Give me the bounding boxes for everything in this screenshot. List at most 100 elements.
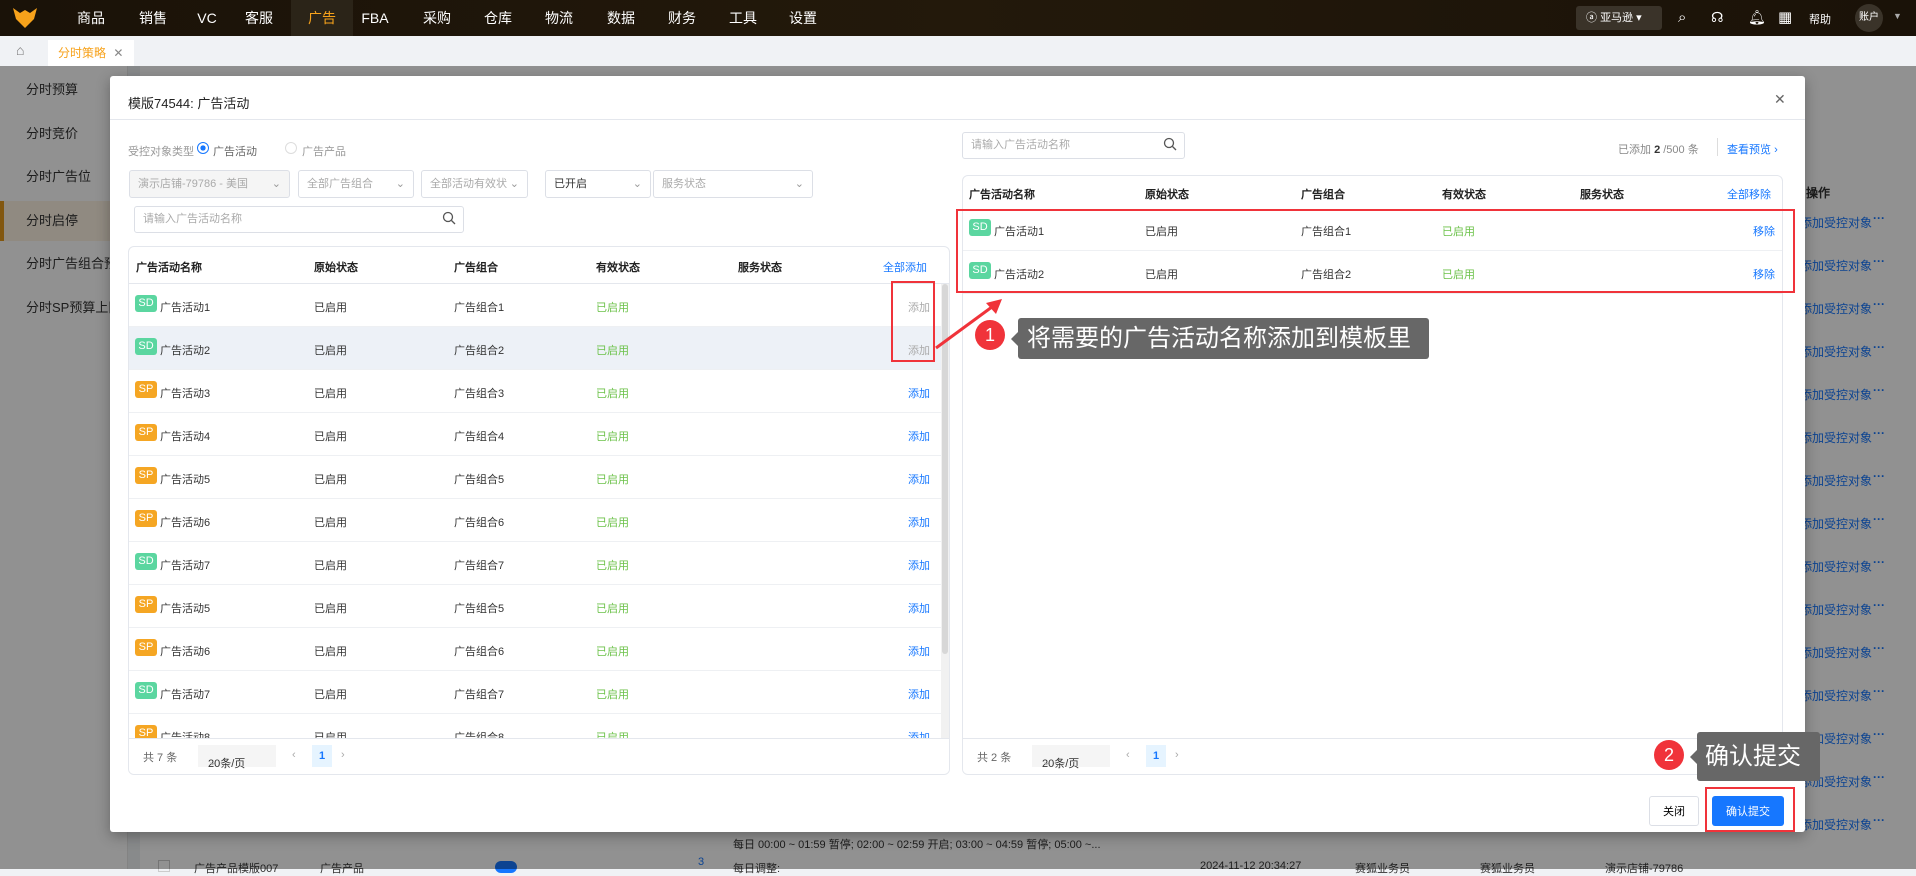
preview-link[interactable]: 查看预览 › xyxy=(1727,141,1778,157)
campaign-type-badge: SD xyxy=(135,295,157,312)
nav-item[interactable]: 设置 xyxy=(778,0,828,36)
enabled-value: 已开启 xyxy=(554,178,587,190)
close-button[interactable]: 关闭 xyxy=(1649,796,1699,826)
left-total: 共 7 条 xyxy=(143,752,178,764)
add-button[interactable]: 添加 xyxy=(908,600,930,616)
added-number: 2 xyxy=(1654,144,1661,156)
header-divider xyxy=(110,119,1805,120)
nav-item[interactable]: 财务 xyxy=(657,0,707,36)
account-avatar[interactable]: 账户 xyxy=(1855,4,1883,32)
radio-product-label[interactable]: 广告产品 xyxy=(302,143,346,159)
highlight-add-buttons xyxy=(891,281,935,362)
account-dropdown-icon[interactable]: ▼ xyxy=(1893,11,1902,21)
headset-icon[interactable]: ☊ xyxy=(1711,9,1723,26)
add-button[interactable]: 添加 xyxy=(908,428,930,444)
nav-item[interactable]: 物流 xyxy=(534,0,584,36)
highlight-submit-button xyxy=(1705,787,1795,832)
ad-group: 广告组合7 xyxy=(454,560,505,572)
annotation-number-1: 1 xyxy=(975,320,1005,350)
annotation-tip-2: 确认提交 xyxy=(1690,732,1820,781)
right-search-placeholder: 请输入广告活动名称 xyxy=(971,139,1070,151)
search-icon[interactable] xyxy=(442,211,456,225)
search-icon[interactable] xyxy=(1163,137,1177,151)
effective-status: 已启用 xyxy=(596,302,629,314)
nav-item[interactable]: 销售 xyxy=(128,0,178,36)
nav-item[interactable]: 采购 xyxy=(412,0,462,36)
original-status: 已启用 xyxy=(314,603,347,615)
next-page-icon[interactable]: › xyxy=(1175,749,1179,761)
radio-product[interactable] xyxy=(285,142,297,154)
search-icon[interactable]: ⌕ xyxy=(1678,9,1686,26)
table-row: SP 广告活动5 已启用 广告组合5 已启用 添加 xyxy=(129,585,941,628)
radio-campaign[interactable] xyxy=(197,142,209,154)
nav-item[interactable]: 数据 xyxy=(596,0,646,36)
effective-status: 已启用 xyxy=(596,560,629,572)
effective-status: 已启用 xyxy=(596,517,629,529)
modal-title: 模版74544: 广告活动 xyxy=(128,96,250,111)
next-page-icon[interactable]: › xyxy=(341,749,345,761)
annotation-text-2: 确认提交 xyxy=(1705,743,1801,770)
nav-item[interactable]: FBA xyxy=(350,0,400,36)
effective-status-select[interactable]: 全部活动有效状 ⌄ xyxy=(421,170,528,198)
marketplace-label: 亚马逊 xyxy=(1600,12,1634,24)
home-icon[interactable]: ⌂ xyxy=(16,42,24,58)
original-status: 已启用 xyxy=(314,560,347,572)
prev-page-icon[interactable]: ‹ xyxy=(1126,749,1130,761)
campaign-type-badge: SD xyxy=(135,682,157,699)
effective-status: 已启用 xyxy=(596,431,629,443)
left-search-input[interactable]: 请输入广告活动名称 xyxy=(134,206,464,233)
page-1[interactable]: 1 xyxy=(312,745,332,767)
added-suffix: /500 条 xyxy=(1663,144,1699,156)
added-count: 已添加 2 /500 条 xyxy=(1618,141,1699,157)
add-button[interactable]: 添加 xyxy=(908,557,930,573)
nav-item[interactable]: 仓库 xyxy=(473,0,523,36)
table-row: SD 广告活动1 已启用 广告组合1 已启用 添加 xyxy=(129,284,941,327)
nav-item[interactable]: 广告 xyxy=(291,0,353,36)
prev-page-icon[interactable]: ‹ xyxy=(292,749,296,761)
ad-group: 广告组合4 xyxy=(454,431,505,443)
add-button[interactable]: 添加 xyxy=(908,514,930,530)
shop-select[interactable]: 演示店铺-79786 - 美国 ⌄ xyxy=(129,170,290,198)
nav-item[interactable]: 客服 xyxy=(234,0,284,36)
effective-status: 已启用 xyxy=(596,646,629,658)
highlight-added-rows xyxy=(956,209,1795,293)
right-search-input[interactable]: 请输入广告活动名称 xyxy=(962,132,1185,159)
tab-bar: ⌂ 分时策略 ✕ xyxy=(0,36,1916,66)
ad-group-select[interactable]: 全部广告组合 ⌄ xyxy=(298,170,414,198)
help-link[interactable]: 帮助 xyxy=(1809,11,1831,27)
add-button[interactable]: 添加 xyxy=(908,471,930,487)
table-row: SD 广告活动2 已启用 广告组合2 已启用 添加 xyxy=(129,327,941,370)
table-row: SP 广告活动6 已启用 广告组合6 已启用 添加 xyxy=(129,499,941,542)
campaign-name: 广告活动2 xyxy=(160,345,211,357)
table-row: SP 广告活动3 已启用 广告组合3 已启用 添加 xyxy=(129,370,941,413)
page-1[interactable]: 1 xyxy=(1146,745,1166,767)
remove-all-button[interactable]: 全部移除 xyxy=(1727,186,1771,202)
tab-time-strategy[interactable]: 分时策略 ✕ xyxy=(48,40,134,66)
bell-icon[interactable]: 🔔︎ xyxy=(1748,9,1766,26)
enabled-select[interactable]: 已开启 ⌄ xyxy=(545,170,651,198)
original-status: 已启用 xyxy=(314,689,347,701)
right-page-size[interactable]: 20条/页 ⌄ xyxy=(1032,745,1110,770)
service-status-select[interactable]: 服务状态 ⌄ xyxy=(653,170,813,198)
close-icon[interactable]: ✕ xyxy=(1774,91,1786,108)
add-button[interactable]: 添加 xyxy=(908,385,930,401)
logo-icon xyxy=(13,8,37,28)
nav-item[interactable]: 商品 xyxy=(66,0,116,36)
add-all-button[interactable]: 全部添加 xyxy=(883,259,927,275)
marketplace-select[interactable]: ⓐ 亚马逊 ▾ xyxy=(1576,6,1662,30)
left-page-size[interactable]: 20条/页 ⌄ xyxy=(198,745,276,770)
ad-group: 广告组合6 xyxy=(454,517,505,529)
radio-campaign-label[interactable]: 广告活动 xyxy=(213,143,257,159)
apps-icon[interactable]: ▦ xyxy=(1778,8,1792,26)
nav-item[interactable]: 工具 xyxy=(718,0,768,36)
ad-group: 广告组合5 xyxy=(454,474,505,486)
add-button[interactable]: 添加 xyxy=(908,643,930,659)
add-button[interactable]: 添加 xyxy=(908,686,930,702)
preview-label: 查看预览 xyxy=(1727,144,1771,156)
campaign-type-badge: SP xyxy=(135,510,157,527)
nav-item[interactable]: VC xyxy=(182,0,232,36)
close-tab-icon[interactable]: ✕ xyxy=(113,46,123,60)
campaign-name: 广告活动6 xyxy=(160,517,211,529)
right-total: 共 2 条 xyxy=(977,752,1012,764)
table-row: SP 广告活动4 已启用 广告组合4 已启用 添加 xyxy=(129,413,941,456)
